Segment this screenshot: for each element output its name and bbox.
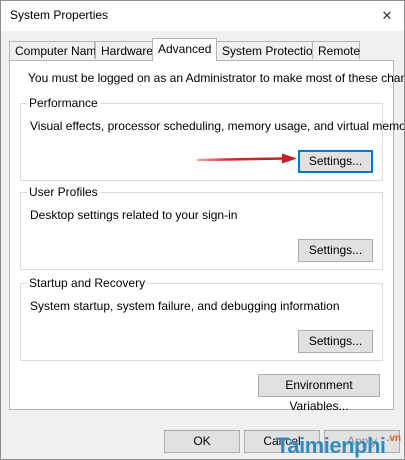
cancel-button[interactable]: Cancel — [244, 430, 320, 453]
close-icon: ✕ — [381, 8, 393, 23]
tab-computer-name[interactable]: Computer Name — [9, 41, 103, 59]
dialog-button-bar: OK Cancel Apply — [1, 421, 404, 459]
user-profiles-description: Desktop settings related to your sign-in — [30, 208, 238, 222]
performance-description: Visual effects, processor scheduling, me… — [30, 119, 405, 133]
red-arrow-icon — [196, 153, 297, 164]
environment-variables-button[interactable]: Environment Variables... — [258, 374, 380, 413]
ok-button[interactable]: OK — [164, 430, 240, 453]
startup-recovery-description: System startup, system failure, and debu… — [30, 299, 340, 313]
performance-settings-button[interactable]: Settings... — [298, 150, 373, 173]
advanced-tab-panel: You must be logged on as an Administrato… — [9, 60, 404, 413]
title-bar: System Properties ✕ — [1, 1, 404, 31]
tab-remote[interactable]: Remote — [312, 41, 360, 59]
startup-recovery-settings-button[interactable]: Settings... — [298, 330, 373, 353]
startup-recovery-group-title: Startup and Recovery — [27, 276, 148, 290]
performance-group-title: Performance — [27, 96, 100, 110]
tab-system-protection[interactable]: System Protection — [216, 41, 319, 59]
apply-button[interactable]: Apply — [324, 430, 400, 453]
user-profiles-settings-button[interactable]: Settings... — [298, 239, 373, 262]
tab-advanced[interactable]: Advanced — [152, 38, 217, 61]
admin-note: You must be logged on as an Administrato… — [28, 71, 405, 85]
system-properties-window: System Properties ✕ Computer Name Hardwa… — [0, 0, 405, 460]
performance-group: Performance Visual effects, processor sc… — [20, 96, 404, 181]
user-profiles-group-title: User Profiles — [27, 185, 100, 199]
tab-hardware[interactable]: Hardware — [95, 41, 153, 59]
startup-recovery-group: Startup and Recovery System startup, sys… — [20, 276, 383, 361]
window-title: System Properties — [10, 8, 109, 22]
user-profiles-group: User Profiles Desktop settings related t… — [20, 185, 383, 270]
close-button[interactable]: ✕ — [370, 1, 404, 31]
